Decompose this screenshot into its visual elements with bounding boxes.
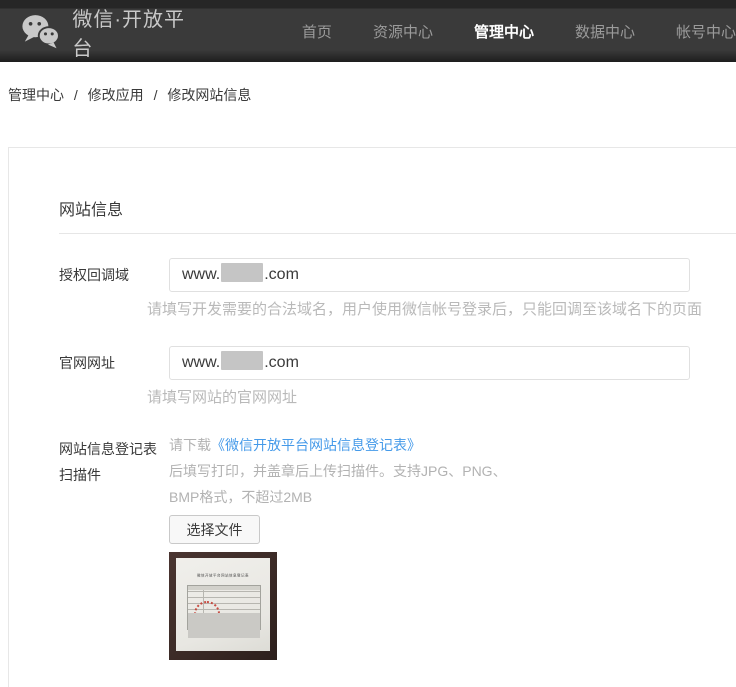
- scanned-doc-title: 微信开放平台网站信息登记表: [197, 574, 249, 578]
- callback-domain-helper-text: 请填写开发需要的合法域名，用户使用微信帐号登录后，只能回调至该域名下的页面: [147, 301, 703, 318]
- input-value-suffix: .com: [264, 354, 299, 371]
- input-value-prefix: www.: [182, 266, 221, 283]
- breadcrumb-modify-app[interactable]: 修改应用: [88, 87, 144, 103]
- top-navbar: 微信·开放平台 首页 资源中心 管理中心 数据中心 帐号中心: [0, 0, 736, 62]
- section-divider: [59, 233, 736, 234]
- input-value-prefix: www.: [182, 354, 221, 371]
- registration-form-label: 网站信息登记表 扫描件: [59, 441, 157, 483]
- logo[interactable]: 微信·开放平台: [20, 1, 201, 61]
- site-url-row: 官网网址 www. .com 请填写网站的官网网址: [59, 346, 736, 406]
- instruction-line-2: BMP格式，不超过2MB: [169, 489, 313, 505]
- instruction-line-1: 后填写打印，并盖章后上传扫描件。支持JPG、PNG、: [169, 463, 507, 479]
- wechat-logo-icon: [22, 15, 60, 49]
- main-nav: 首页 资源中心 管理中心 数据中心 帐号中心: [261, 21, 736, 42]
- upload-instructions: 请下载《微信开放平台网站信息登记表》 后填写打印，并盖章后上传扫描件。支持JPG…: [169, 432, 736, 510]
- nav-item-management[interactable]: 管理中心: [474, 21, 534, 42]
- site-url-helper-text: 请填写网站的官网网址: [147, 389, 298, 406]
- breadcrumb: 管理中心 / 修改应用 / 修改网站信息: [8, 85, 736, 103]
- registration-form-row: 网站信息登记表 扫描件 请下载《微信开放平台网站信息登记表》 后填写打印，并盖章…: [59, 432, 736, 660]
- registration-form-thumbnail[interactable]: 微信开放平台网站信息登记表: [169, 552, 277, 660]
- download-prefix-text: 请下载: [169, 437, 211, 453]
- scanned-doc-redaction: [188, 613, 260, 638]
- choose-file-button[interactable]: 选择文件: [169, 515, 260, 544]
- nav-item-home[interactable]: 首页: [302, 21, 332, 42]
- input-value-suffix: .com: [264, 266, 299, 283]
- redaction-block: [221, 351, 264, 370]
- nav-item-resources[interactable]: 资源中心: [373, 21, 433, 42]
- breadcrumb-management-center[interactable]: 管理中心: [8, 87, 64, 103]
- section-title: 网站信息: [59, 202, 124, 219]
- nav-item-data[interactable]: 数据中心: [575, 21, 635, 42]
- breadcrumb-separator: /: [73, 87, 78, 103]
- breadcrumb-current-page: 修改网站信息: [167, 87, 252, 103]
- site-url-input[interactable]: www. .com: [169, 346, 690, 380]
- website-info-panel: 网站信息 授权回调域 www. .com 请填写开发需要的合法域名，用户使用微信帐…: [8, 147, 736, 687]
- site-title: 微信·开放平台: [72, 9, 186, 60]
- callback-domain-row: 授权回调域 www. .com 请填写开发需要的合法域名，用户使用微信帐号登录后，…: [59, 258, 736, 318]
- callback-domain-input[interactable]: www. .com: [169, 258, 690, 292]
- redaction-block: [221, 263, 264, 282]
- breadcrumb-separator: /: [153, 87, 158, 103]
- nav-item-account[interactable]: 帐号中心: [676, 21, 736, 42]
- registration-form-download-link[interactable]: 《微信开放平台网站信息登记表》: [211, 437, 421, 453]
